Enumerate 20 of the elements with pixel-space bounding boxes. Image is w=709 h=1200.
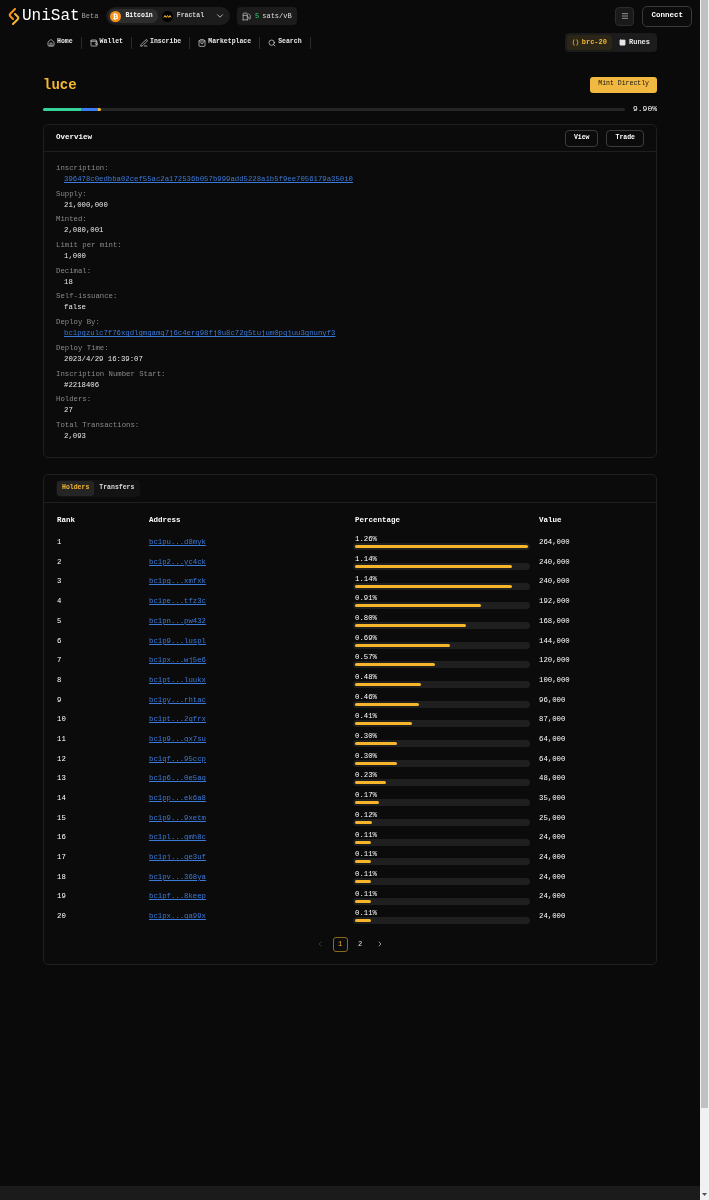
- braces-icon: [571, 39, 579, 46]
- scroll-down-arrow-icon[interactable]: [702, 1193, 707, 1196]
- chevron-left-icon: [316, 940, 324, 949]
- search-icon: [268, 38, 277, 47]
- house-icon: [47, 38, 55, 47]
- logo-wordmark[interactable]: UniSat: [22, 8, 80, 24]
- coin-icon: [110, 10, 122, 22]
- menu-icon: [621, 12, 629, 20]
- chevron-right-icon: [376, 940, 384, 949]
- wave-logo-icon: [161, 10, 173, 22]
- mint-progress-percentage: 9.90%: [633, 105, 657, 113]
- scrollbar-thumb[interactable]: [701, 0, 708, 1108]
- logo-icon: [8, 7, 20, 25]
- token-title: luce: [43, 77, 77, 92]
- chevron-down-icon: [215, 11, 226, 21]
- fuel-pump-icon: [242, 11, 252, 21]
- bag-icon: [198, 38, 207, 47]
- menu-button[interactable]: [615, 6, 635, 26]
- wallet-icon: [89, 38, 98, 47]
- pencil-icon: [140, 38, 148, 47]
